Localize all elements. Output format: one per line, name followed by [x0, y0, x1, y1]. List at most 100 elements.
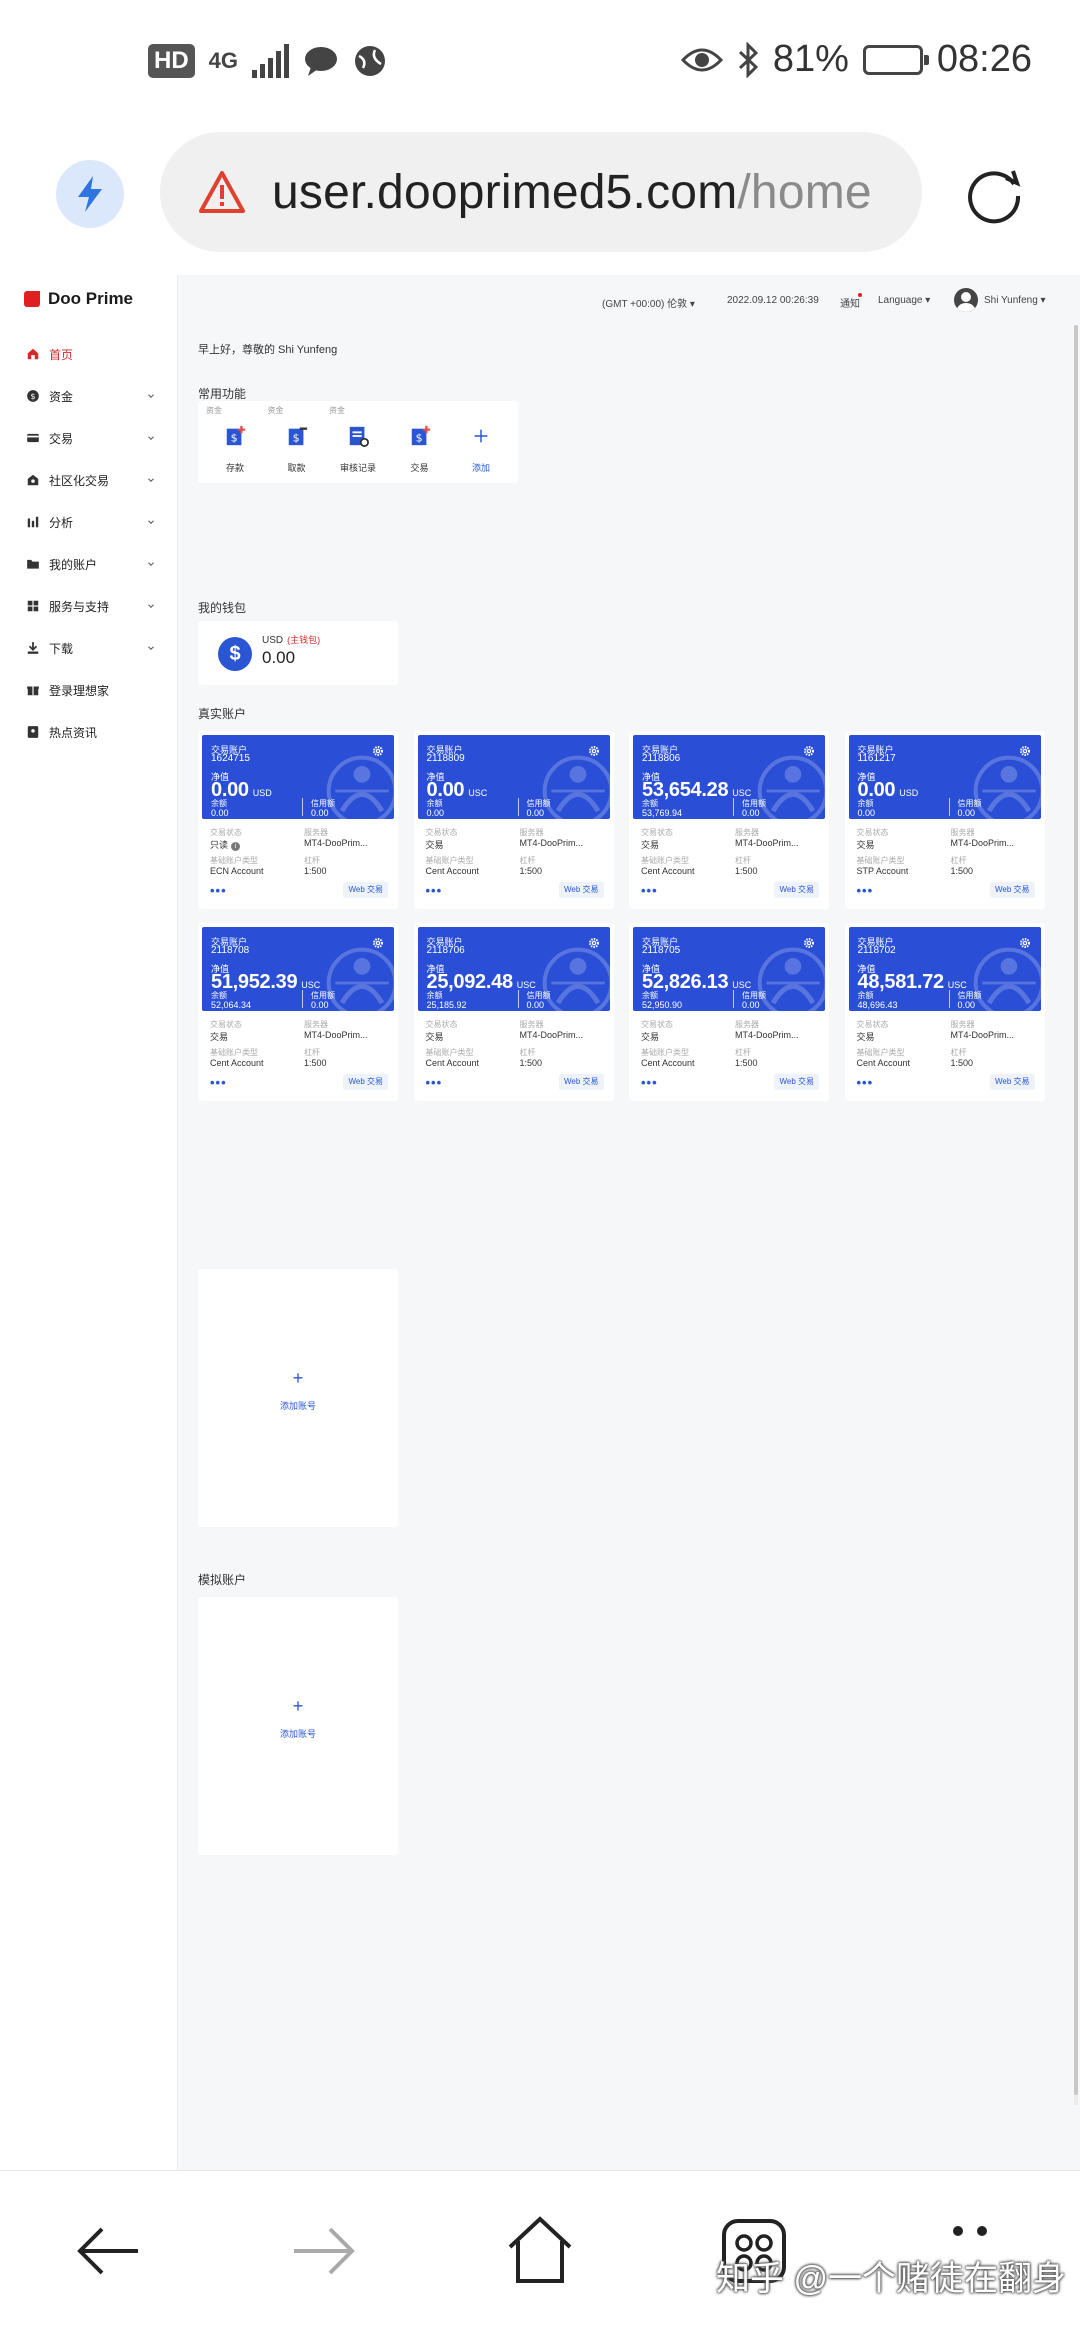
more-options-button[interactable]: •••	[426, 884, 443, 897]
credit-value: 0.00	[957, 1000, 976, 1010]
wallet-currency: USD (主钱包)	[262, 633, 320, 646]
gear-icon[interactable]	[588, 744, 600, 756]
more-options-button[interactable]: •••	[426, 1076, 443, 1089]
quick-functions-title: 常用功能	[198, 387, 247, 401]
wallet-card[interactable]: $ USD (主钱包) 0.00	[198, 621, 398, 685]
leverage-value: 1:500	[735, 1058, 758, 1068]
sidebar-nav: 首页 $ 资金 交易 社区化交易 分析 我的账户 服务与支持 下载 登录理想家 热点资讯	[0, 333, 178, 753]
gear-icon[interactable]	[1019, 744, 1031, 756]
wallet-main-tag: (主钱包)	[287, 635, 321, 645]
more-options-button[interactable]: •••	[641, 1076, 658, 1089]
account-card[interactable]: 交易账户 1161217 净值 0.00 USD 余额 0.00 信用额 0.00 交易状态 交易服…	[844, 731, 1045, 909]
credit-value: 0.00	[311, 808, 329, 818]
add-real-account-card[interactable]: + 添加账号	[198, 1269, 398, 1527]
base-type-label: 基础账户类型	[210, 856, 258, 865]
grid-icon	[26, 599, 40, 613]
web-trade-button[interactable]: Web 交易	[774, 882, 819, 898]
sidebar-item[interactable]: 我的账户	[0, 543, 178, 585]
account-number: 2118702	[857, 945, 896, 956]
reload-icon[interactable]	[962, 162, 1026, 226]
gear-icon[interactable]	[1019, 936, 1031, 948]
credit-value: 0.00	[311, 1000, 329, 1010]
home-icon[interactable]	[500, 2211, 580, 2291]
base-type-value: Cent Account	[856, 1058, 911, 1068]
server-value: MT4-DooPrim...	[304, 1030, 368, 1040]
balance-value: 52,064.34	[211, 1000, 252, 1010]
chevron-down-icon	[146, 432, 156, 442]
more-options-button[interactable]: •••	[210, 884, 227, 897]
account-card[interactable]: 交易账户 2118708 净值 51,952.39 USC 余额 52,064.34 信用额 0…	[198, 923, 398, 1101]
timezone-selector[interactable]: (GMT +00:00) 伦敦 ▾	[602, 295, 695, 310]
gear-icon[interactable]	[372, 936, 384, 948]
gear-icon[interactable]	[372, 744, 384, 756]
real-accounts-title: 真实账户	[198, 707, 247, 721]
chevron-down-icon	[146, 474, 156, 484]
sidebar-item[interactable]: $ 资金	[0, 375, 178, 417]
doo-prime-logo[interactable]: Doo Prime	[24, 289, 133, 309]
gear-icon[interactable]	[803, 936, 815, 948]
sidebar-item[interactable]: 首页	[0, 333, 178, 375]
network-type: 4G	[208, 48, 239, 73]
leverage-value: 1:500	[519, 866, 543, 876]
web-trade-button[interactable]: Web 交易	[343, 882, 388, 898]
web-trade-button[interactable]: Web 交易	[989, 882, 1035, 898]
gear-icon[interactable]	[803, 744, 815, 756]
sidebar-item[interactable]: 热点资讯	[0, 711, 178, 753]
user-menu[interactable]: Shi Yunfeng ▾	[984, 295, 1046, 306]
more-options-button[interactable]: •••	[210, 1076, 227, 1089]
more-options-button[interactable]: •••	[857, 884, 874, 897]
url-text[interactable]: user.dooprimed5.com/home	[272, 165, 872, 220]
scrollbar-thumb[interactable]	[1074, 325, 1078, 2095]
sidebar-item[interactable]: 下载	[0, 627, 178, 669]
server-value: MT4-DooPrim...	[735, 838, 799, 848]
language-selector[interactable]: Language ▾	[878, 295, 930, 306]
leverage-value: 1:500	[735, 866, 758, 876]
user-name: Shi Yunfeng	[984, 295, 1038, 306]
back-arrow-icon[interactable]	[68, 2211, 148, 2291]
web-trade-button[interactable]: Web 交易	[343, 1074, 388, 1090]
address-bar[interactable]: user.dooprimed5.com/home	[160, 132, 922, 252]
base-type-value: Cent Account	[641, 1058, 695, 1068]
sidebar-item[interactable]: 交易	[0, 417, 178, 459]
info-icon[interactable]: i	[231, 842, 241, 851]
quick-action-bolt-button[interactable]	[56, 160, 124, 228]
web-trade-button[interactable]: Web 交易	[558, 1074, 604, 1090]
status-row: 交易	[857, 838, 875, 851]
account-card[interactable]: 交易账户 2118806 净值 53,654.28 USC 余额 53,769.94 信用额 0…	[629, 731, 829, 909]
leverage-label: 杠杆	[735, 1048, 751, 1057]
sidebar-item[interactable]: 服务与支持	[0, 585, 178, 627]
forward-arrow-icon[interactable]	[284, 2211, 364, 2291]
sidebar-item[interactable]: 登录理想家	[0, 669, 178, 711]
chevron-down-icon	[146, 642, 156, 652]
web-trade-button[interactable]: Web 交易	[558, 882, 604, 898]
news-icon	[26, 725, 40, 739]
notify-link[interactable]: 通知	[840, 295, 860, 310]
avatar[interactable]	[954, 288, 978, 312]
account-card[interactable]: 交易账户 2118706 净值 25,092.48 USC 余额 25,185.92 信用额 0…	[413, 923, 614, 1101]
bluetooth-icon	[738, 41, 758, 78]
leverage-label: 杠杆	[304, 1048, 320, 1057]
base-type-label: 基础账户类型	[641, 856, 689, 865]
status-row: 交易	[641, 1030, 659, 1043]
plus-icon: +	[292, 1696, 304, 1716]
web-trade-button[interactable]: Web 交易	[774, 1074, 819, 1090]
divider	[302, 798, 303, 816]
server-label: 服务器	[735, 828, 759, 837]
web-trade-button[interactable]: Web 交易	[989, 1074, 1035, 1090]
account-card[interactable]: 交易账户 2118809 净值 0.00 USC 余额 0.00 信用额 0.00 交易状态 交易服…	[413, 731, 614, 909]
account-card[interactable]: 交易账户 1624715 净值 0.00 USD 余额 0.00 信用额 0.00 交易状态 只读 i…	[198, 731, 398, 909]
account-card[interactable]: 交易账户 2118705 净值 52,826.13 USC 余额 52,950.90 信用额 0…	[629, 923, 829, 1101]
server-value: MT4-DooPrim...	[950, 838, 1015, 848]
sidebar-item[interactable]: 社区化交易	[0, 459, 178, 501]
sidebar-item[interactable]: 分析	[0, 501, 178, 543]
server-label: 服务器	[950, 828, 975, 837]
gear-icon[interactable]	[588, 936, 600, 948]
quick-action-plus[interactable]: 添加	[444, 401, 518, 483]
account-card[interactable]: 交易账户 2118702 净值 48,581.72 USC 余额 48,696.43 信用额 0…	[844, 923, 1045, 1101]
more-options-button[interactable]: •••	[857, 1076, 874, 1089]
top-bar: (GMT +00:00) 伦敦 ▾ 2022.09.12 00:26:39 通知…	[178, 275, 1080, 325]
more-options-button[interactable]: •••	[641, 884, 658, 897]
add-demo-account-card[interactable]: + 添加账号	[198, 1597, 398, 1855]
base-type-label: 基础账户类型	[425, 856, 474, 865]
svg-text:$: $	[231, 432, 238, 445]
